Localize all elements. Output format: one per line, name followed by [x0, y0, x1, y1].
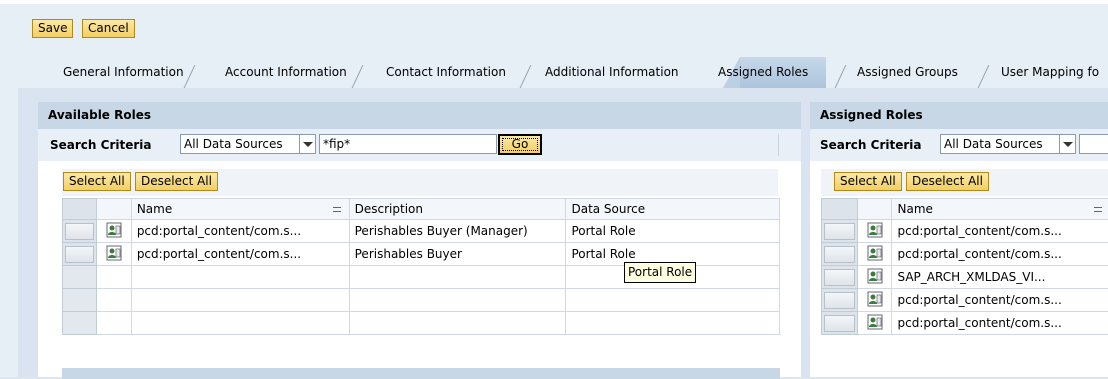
assigned-table-toolbar: Select All Deselect All: [821, 169, 1108, 196]
role-name-cell: pcd:portal_content/com.s...: [892, 312, 1108, 335]
role-name-cell: SAP_ARCH_XMLDAS_VI...: [892, 266, 1108, 289]
row-selector[interactable]: [822, 243, 858, 266]
available-roles-panel: Available Roles Search Criteria All Data…: [38, 102, 801, 377]
role-description-cell: Perishables Buyer (Manager): [349, 220, 566, 243]
role-icon: [857, 220, 892, 243]
tab-assigned-roles[interactable]: Assigned Roles: [718, 57, 808, 88]
column-header-name[interactable]: Name: [892, 199, 1108, 220]
cancel-button[interactable]: Cancel: [82, 19, 135, 38]
row-selector[interactable]: [63, 243, 97, 266]
select-column-header: [63, 199, 97, 220]
row-selector[interactable]: [63, 220, 97, 243]
table-footer: [62, 368, 780, 379]
assigned-roles-table: Name pcd:portal_content/com.s... pcd:por…: [821, 198, 1108, 335]
icon-column-header: [857, 199, 892, 220]
tab-separator: [978, 65, 990, 88]
role-icon: [96, 220, 131, 243]
tab-separator: [520, 65, 532, 88]
chevron-down-icon[interactable]: [299, 135, 315, 153]
tab-general-information[interactable]: General Information: [63, 57, 184, 88]
role-name-cell: pcd:portal_content/com.s...: [892, 289, 1108, 312]
available-search-row: Search Criteria All Data Sources *fip* G…: [38, 129, 801, 161]
tab-contact-information[interactable]: Contact Information: [386, 57, 506, 88]
table-row[interactable]: pcd:portal_content/com.s...: [822, 312, 1108, 335]
table-header-row: Name Description Data Source: [63, 199, 780, 220]
tab-separator: [352, 65, 364, 88]
tab-strip: General Information Account Information …: [50, 57, 1108, 88]
role-name-cell: pcd:portal_content/com.s...: [131, 243, 349, 266]
assigned-search-label: Search Criteria: [820, 138, 921, 152]
icon-column-header: [96, 199, 131, 220]
assigned-search-row: Search Criteria All Data Sources: [810, 129, 1108, 161]
table-row-empty: [63, 312, 780, 335]
available-data-source-select[interactable]: All Data Sources: [180, 134, 316, 154]
row-selector[interactable]: [822, 220, 858, 243]
role-source-cell: Portal Role: [566, 220, 780, 243]
tab-separator: [835, 65, 847, 88]
sort-icon[interactable]: [333, 207, 341, 213]
table-row[interactable]: pcd:portal_content/com.s...: [822, 289, 1108, 312]
available-data-source-value: All Data Sources: [184, 137, 283, 151]
column-header-description[interactable]: Description: [349, 199, 566, 220]
role-icon: [96, 243, 131, 266]
table-row[interactable]: pcd:portal_content/com.s...: [822, 220, 1108, 243]
row-selector[interactable]: [822, 266, 858, 289]
select-column-header: [822, 199, 858, 220]
tab-separator: [184, 65, 196, 88]
sort-icon[interactable]: [1094, 207, 1102, 213]
assigned-search-input[interactable]: [1079, 134, 1108, 154]
tab-account-information[interactable]: Account Information: [225, 57, 347, 88]
column-header-data-source[interactable]: Data Source: [566, 199, 780, 220]
role-icon: [857, 312, 892, 335]
column-header-name-label: Name: [137, 202, 172, 216]
available-roles-title: Available Roles: [38, 102, 801, 129]
available-search-input[interactable]: *fip*: [319, 134, 497, 154]
save-button[interactable]: Save: [32, 19, 73, 38]
go-button[interactable]: Go: [498, 134, 542, 155]
divider: [778, 134, 779, 156]
role-name-cell: pcd:portal_content/com.s...: [131, 220, 349, 243]
tab-assigned-groups[interactable]: Assigned Groups: [857, 57, 958, 88]
row-selector[interactable]: [822, 312, 858, 335]
role-icon: [857, 266, 892, 289]
available-search-label: Search Criteria: [50, 138, 151, 152]
role-name-cell: pcd:portal_content/com.s...: [892, 220, 1108, 243]
deselect-all-button[interactable]: Deselect All: [135, 172, 218, 191]
role-icon: [857, 243, 892, 266]
assigned-data-source-value: All Data Sources: [944, 137, 1043, 151]
table-row[interactable]: pcd:portal_content/com.s... Perishables …: [63, 220, 780, 243]
tab-additional-information[interactable]: Additional Information: [545, 57, 679, 88]
column-header-name-label: Name: [897, 202, 932, 216]
chevron-down-icon[interactable]: [1059, 135, 1075, 153]
top-strip: [0, 0, 1108, 4]
table-row[interactable]: pcd:portal_content/com.s...: [822, 243, 1108, 266]
deselect-all-button[interactable]: Deselect All: [906, 172, 989, 191]
column-header-name[interactable]: Name: [131, 199, 349, 220]
select-all-button[interactable]: Select All: [834, 172, 902, 191]
user-edit-page: Save Cancel General Information Account …: [0, 0, 1108, 377]
table-row-empty: [63, 289, 780, 312]
row-selector[interactable]: [822, 289, 858, 312]
table-row[interactable]: SAP_ARCH_XMLDAS_VI...: [822, 266, 1108, 289]
assigned-data-source-select[interactable]: All Data Sources: [940, 134, 1076, 154]
select-all-button[interactable]: Select All: [63, 172, 131, 191]
tooltip: Portal Role: [624, 262, 696, 283]
tab-user-mapping[interactable]: User Mapping fo: [1001, 57, 1099, 88]
role-description-cell: Perishables Buyer: [349, 243, 566, 266]
role-name-cell: pcd:portal_content/com.s...: [892, 243, 1108, 266]
role-icon: [857, 289, 892, 312]
available-table-toolbar: Select All Deselect All: [62, 169, 778, 196]
assigned-roles-title: Assigned Roles: [810, 102, 1108, 129]
assigned-roles-panel: Assigned Roles Search Criteria All Data …: [810, 102, 1108, 377]
table-header-row: Name: [822, 199, 1108, 220]
